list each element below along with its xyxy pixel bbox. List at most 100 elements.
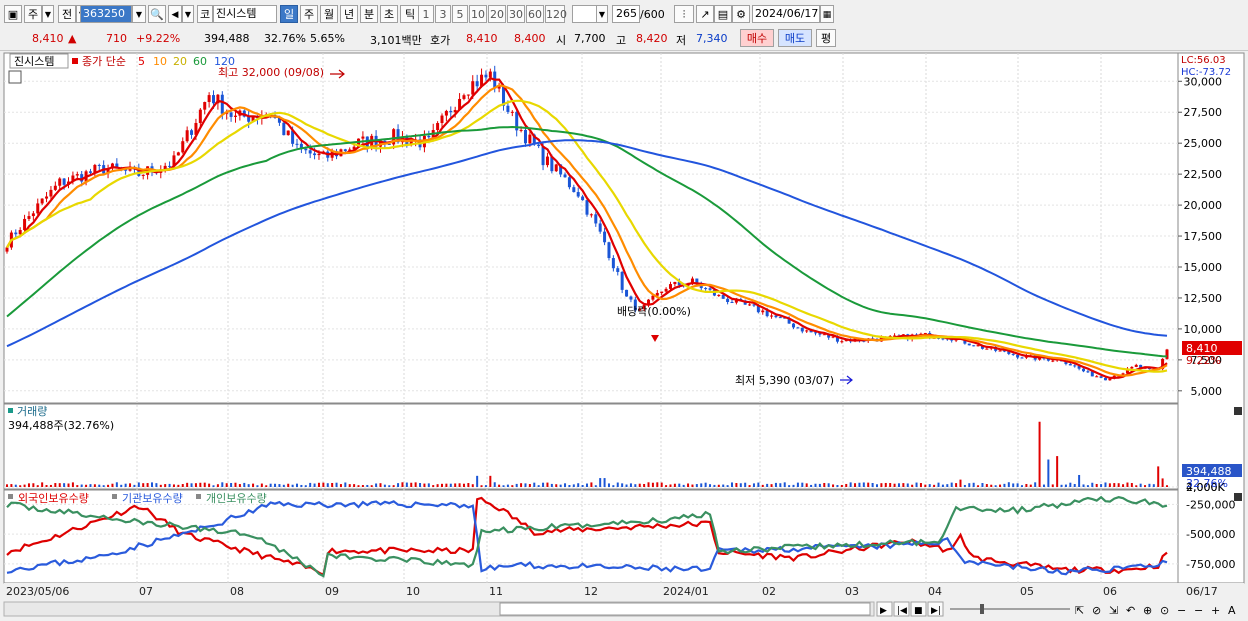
candle-body (440, 115, 444, 124)
trend-tool-icon[interactable]: ↗ (696, 5, 714, 23)
price-change: 710 (106, 32, 127, 45)
volume-bar (999, 484, 1002, 487)
volume-bar (735, 483, 738, 487)
period-button-6[interactable]: 틱 (400, 5, 420, 23)
period-button-3[interactable]: 년 (340, 5, 358, 23)
scrollbar-thumb[interactable] (499, 602, 871, 616)
volume-bar (142, 483, 145, 487)
volume-bar (546, 482, 549, 487)
volume-bar (186, 482, 189, 487)
volume-info: 394,488주(32.76%) (8, 419, 114, 432)
candle-body (141, 174, 145, 176)
count-dropdown-icon[interactable]: ▼ (596, 5, 608, 23)
volume-bar (717, 484, 720, 487)
candle-body (190, 130, 194, 135)
turnover-rate: 5.65% (310, 32, 345, 45)
code-dropdown-icon[interactable]: ▼ (132, 5, 146, 23)
price-tick-label: 10,000 (1184, 323, 1223, 336)
code-input[interactable]: 363250 (80, 5, 132, 23)
volume-bar (1086, 485, 1089, 487)
date-input[interactable]: 2024/06/17 (752, 5, 820, 23)
candle-body (343, 149, 347, 152)
interval-button-60[interactable]: 60 (526, 5, 544, 23)
save-icon[interactable]: ▤ (714, 5, 732, 23)
zoom-slider-handle[interactable] (980, 604, 984, 614)
volume-panel-close-icon[interactable] (1234, 407, 1242, 415)
volume-bar (739, 483, 742, 487)
period-button-1[interactable]: 주 (300, 5, 318, 23)
volume-bar (858, 482, 861, 487)
volume-bar (111, 483, 114, 487)
interval-button-20[interactable]: 20 (488, 5, 506, 23)
toolbar: ▣ 주 ▼ 전 ▼ 363250 ▼ 🔍 ◀ ▼ 코 진시스템 일주월년분초틱 … (0, 0, 1248, 29)
volume-bar (968, 483, 971, 487)
interval-button-5[interactable]: 5 (452, 5, 468, 23)
volume-bar (375, 483, 378, 487)
volume-bar (766, 483, 769, 487)
volume-bar (805, 483, 808, 487)
x-axis-label: 03 (845, 585, 859, 598)
candle-body (967, 343, 971, 346)
holding-panel-close-icon[interactable] (1234, 493, 1242, 501)
count-total: /600 (640, 8, 665, 21)
buy-button[interactable]: 매수 (740, 29, 774, 47)
stock-chart[interactable]: 30,00027,50025,00022,50020,00017,50015,0… (0, 51, 1248, 621)
interval-button-30[interactable]: 30 (507, 5, 525, 23)
period-button-4[interactable]: 분 (360, 5, 378, 23)
volume-bar (792, 484, 795, 487)
volume-bar (568, 485, 571, 487)
volume-bar (274, 483, 277, 487)
volume-bar (331, 482, 334, 487)
candle-body (704, 288, 708, 290)
volume-bar (1130, 483, 1133, 487)
volume-bar (419, 483, 422, 487)
grid-toggle-icon[interactable] (8, 70, 22, 84)
prev-stock-icon[interactable]: ◀ (168, 5, 182, 23)
volume-bar (458, 483, 461, 487)
volume-bar (300, 484, 303, 487)
volume-bar (959, 479, 962, 487)
interval-button-120[interactable]: 120 (545, 5, 567, 23)
candle-body (589, 214, 593, 216)
candle-type-icon[interactable]: ⫶ (674, 5, 694, 23)
period-button-2[interactable]: 월 (320, 5, 338, 23)
market-button[interactable]: 코 (197, 5, 213, 23)
volume-bar (665, 485, 668, 487)
holding-legend-1: 기관보유수량 (122, 492, 183, 505)
volume-bar (537, 485, 540, 487)
interval-button-10[interactable]: 10 (469, 5, 487, 23)
candle-body (40, 198, 44, 204)
settings-gear-icon[interactable]: ⚙ (732, 5, 750, 23)
holding-legend-0: 외국인보유수량 (18, 492, 89, 505)
volume-bar (985, 484, 988, 487)
range-button[interactable]: 전 (58, 5, 76, 23)
volume-bar (76, 485, 79, 487)
volume-bar (867, 482, 870, 487)
period-button-0[interactable]: 일 (280, 5, 298, 23)
volume-bar (1056, 456, 1059, 487)
type-dropdown-icon[interactable]: ▼ (42, 5, 54, 23)
count-input[interactable]: 265 (612, 5, 640, 23)
candle-body (840, 341, 844, 343)
window-menu-icon[interactable]: ▣ (4, 5, 22, 23)
average-button[interactable]: 평 (816, 29, 836, 47)
candle-body (1103, 377, 1107, 381)
type-button[interactable]: 주 (24, 5, 42, 23)
volume-bar (1157, 466, 1160, 487)
interval-button-3[interactable]: 3 (435, 5, 451, 23)
search-icon[interactable]: 🔍 (148, 5, 166, 23)
lc-label: LC:56.03 (1181, 55, 1226, 66)
candle-body (528, 134, 532, 144)
candle-body (1020, 357, 1024, 359)
volume-bar (722, 484, 725, 487)
volume-bar (612, 485, 615, 487)
current-pct-label: 9.22% (1186, 354, 1221, 367)
stock-list-dropdown-icon[interactable]: ▼ (182, 5, 194, 23)
interval-button-1[interactable]: 1 (418, 5, 434, 23)
price-panel-name: 진시스템 (14, 55, 54, 68)
sell-button[interactable]: 매도 (778, 29, 812, 47)
candle-body (475, 81, 479, 87)
period-button-5[interactable]: 초 (380, 5, 398, 23)
calendar-icon[interactable]: ▦ (820, 5, 834, 23)
volume-bar (656, 482, 659, 487)
